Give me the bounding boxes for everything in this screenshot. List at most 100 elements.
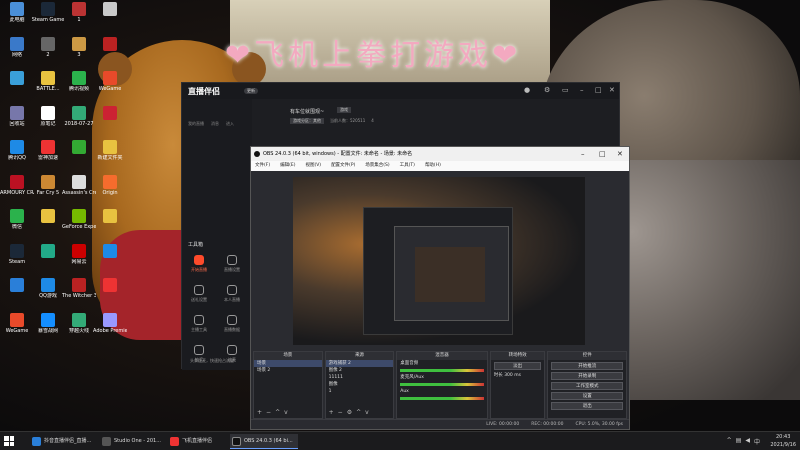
desktop-icon[interactable]: 原笔记: [31, 105, 65, 140]
desktop-icon[interactable]: BATTLE...: [31, 71, 65, 105]
add-icon[interactable]: +: [329, 409, 334, 416]
menu-scene-collection[interactable]: 场景集合(S): [365, 161, 389, 171]
volume-icon[interactable]: ◀: [745, 437, 750, 446]
transition-select[interactable]: 淡出: [493, 362, 542, 370]
volume-meter[interactable]: [400, 383, 484, 386]
desktop-icon[interactable]: The Witcher 3: [62, 278, 96, 312]
tool-live-data[interactable]: 直播数据: [218, 315, 246, 333]
clock[interactable]: 20:43 2021/9/16: [770, 433, 796, 449]
taskbar-item[interactable]: 飞机直播伴侣: [168, 434, 228, 449]
desktop-icon[interactable]: 雷神加速: [31, 140, 65, 174]
scene-item[interactable]: 场景: [254, 360, 322, 367]
menu-file[interactable]: 文件(F): [255, 161, 270, 171]
start-streaming-button[interactable]: 开始推流: [551, 362, 624, 370]
tool-start-live[interactable]: 开始直播: [185, 255, 213, 273]
tool-gift-settings[interactable]: 送礼设置: [185, 285, 213, 303]
desktop-icon[interactable]: QQ游戏: [31, 278, 65, 312]
menu-edit[interactable]: 编辑(E): [280, 161, 295, 171]
desktop-icon[interactable]: Steam: [0, 243, 34, 278]
source-item[interactable]: 11111: [326, 374, 394, 381]
start-recording-button[interactable]: 开始录制: [551, 372, 624, 380]
desktop-icon[interactable]: 腾讯QQ: [0, 140, 34, 174]
minimize-icon[interactable]: –: [580, 86, 584, 94]
menu-tools[interactable]: 工具(T): [400, 161, 415, 171]
nav-item[interactable]: 我的直播: [188, 121, 204, 127]
desktop-icon[interactable]: 腾讯视频: [62, 71, 96, 105]
volume-meter[interactable]: [400, 397, 484, 400]
skin-icon[interactable]: ▭: [562, 86, 569, 94]
desktop-icon[interactable]: [0, 71, 34, 105]
desktop-icon[interactable]: 微信: [0, 209, 34, 243]
nav-item[interactable]: 消息: [211, 121, 219, 127]
desktop-icon[interactable]: [93, 2, 127, 36]
taskbar-item[interactable]: 抖音直播伴侣_直播...: [30, 434, 98, 449]
desktop-icon[interactable]: [93, 209, 127, 243]
exit-button[interactable]: 退出: [551, 402, 624, 410]
desktop-icon[interactable]: Assassin's Creed: [62, 174, 96, 209]
desktop-icon[interactable]: [0, 278, 34, 312]
desktop-icon[interactable]: [93, 278, 127, 312]
desktop-icon[interactable]: 网易云: [62, 243, 96, 278]
avatar[interactable]: ●: [524, 86, 530, 94]
desktop-icon[interactable]: Far Cry 5: [31, 174, 65, 209]
desktop-icon[interactable]: Origin: [93, 174, 127, 209]
menu-view[interactable]: 视图(V): [305, 161, 321, 171]
desktop-icon[interactable]: 网络: [0, 36, 34, 71]
desktop-icon[interactable]: 3: [62, 36, 96, 71]
desktop-icon[interactable]: ARMOURY CRATE: [0, 174, 34, 209]
duration-input[interactable]: 300 ms: [504, 373, 521, 378]
minimize-icon[interactable]: –: [581, 147, 585, 161]
gear-icon[interactable]: ⚙: [347, 409, 352, 416]
close-icon[interactable]: ✕: [609, 86, 615, 94]
studio-mode-button[interactable]: 工作室模式: [551, 382, 624, 390]
source-item[interactable]: 图像 2: [326, 367, 394, 374]
desktop-icon[interactable]: [93, 105, 127, 140]
down-icon[interactable]: v: [284, 409, 288, 416]
obs-preview[interactable]: [293, 177, 585, 345]
update-badge[interactable]: 更新: [244, 88, 258, 94]
menu-profile[interactable]: 配置文件(P): [331, 161, 355, 171]
desktop-icon[interactable]: 穿越火线: [62, 312, 96, 347]
up-icon[interactable]: ^: [275, 409, 280, 416]
desktop-icon[interactable]: 新建文件夹: [93, 140, 127, 174]
tool-host-tools[interactable]: 主播工具: [185, 315, 213, 333]
desktop-icon[interactable]: Adobe Premie...: [93, 312, 127, 347]
source-item[interactable]: 1: [326, 388, 394, 395]
network-icon[interactable]: ▤: [736, 437, 742, 446]
desktop-icon[interactable]: Steam Game: [31, 2, 65, 36]
desktop-icon[interactable]: 1: [62, 2, 96, 36]
desktop-icon[interactable]: [31, 243, 65, 278]
remove-icon[interactable]: −: [266, 409, 271, 416]
desktop-icon[interactable]: [31, 209, 65, 243]
volume-meter[interactable]: [400, 369, 484, 372]
nav-item[interactable]: 进入: [226, 121, 234, 127]
up-icon[interactable]: ^: [356, 409, 361, 416]
stream-title[interactable]: 有车位就围观~: [290, 108, 324, 115]
maximize-icon[interactable]: □: [595, 86, 602, 94]
obs-titlebar[interactable]: OBS 24.0.3 (64 bit, windows) - 配置文件: 未命名…: [251, 147, 629, 161]
source-item[interactable]: 游戏捕获 2: [325, 360, 394, 367]
menu-help[interactable]: 帮助(H): [425, 161, 441, 171]
taskbar-item-active[interactable]: OBS 24.0.3 (64 bi...: [230, 434, 298, 449]
desktop-icon[interactable]: [93, 36, 127, 71]
chevron-up-icon[interactable]: ^: [727, 437, 732, 446]
settings-icon[interactable]: ⚙: [544, 86, 550, 94]
desktop-icon[interactable]: [62, 140, 96, 174]
maximize-icon[interactable]: □: [599, 147, 606, 161]
tool-my-live[interactable]: 本人直播: [218, 285, 246, 303]
desktop-icon[interactable]: GeForce Experience: [62, 209, 96, 243]
stream-category-tag[interactable]: 游戏: [337, 107, 351, 113]
scene-item[interactable]: 场景 2: [254, 367, 322, 374]
down-icon[interactable]: v: [365, 409, 369, 416]
desktop-icon[interactable]: 暴雪战网: [31, 312, 65, 347]
close-icon[interactable]: ✕: [617, 147, 623, 161]
desktop-icon[interactable]: 回收站: [0, 105, 34, 140]
remove-icon[interactable]: −: [338, 409, 343, 416]
settings-button[interactable]: 设置: [551, 392, 624, 400]
desktop-icon[interactable]: WeGame: [93, 71, 127, 105]
source-item[interactable]: 图像: [326, 381, 394, 388]
desktop-icon[interactable]: 2018-07-27: [62, 105, 96, 140]
add-icon[interactable]: +: [257, 409, 262, 416]
desktop-icon[interactable]: WeGame: [0, 312, 34, 347]
desktop-icon[interactable]: 2: [31, 36, 65, 71]
